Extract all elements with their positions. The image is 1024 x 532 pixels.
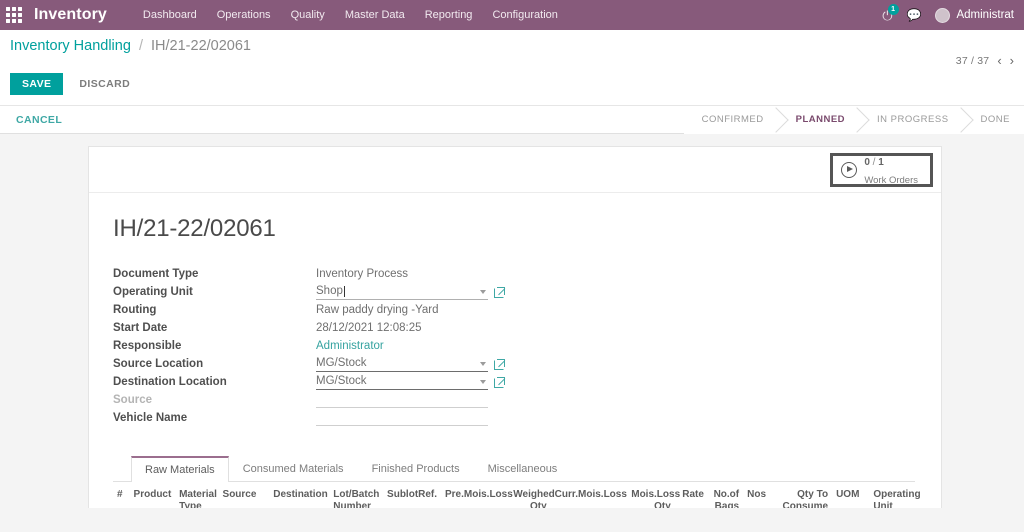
chat-bubble-icon[interactable]: 💬 [907, 8, 922, 22]
operating-unit-value: Shop [316, 285, 343, 297]
notebook-tabs: Raw Materials Consumed Materials Finishe… [113, 455, 915, 482]
breadcrumb-current: IH/21-22/02061 [151, 38, 251, 54]
menu-master-data[interactable]: Master Data [335, 9, 415, 21]
form-sheet: 0 / 1 Work Orders IH/21-22/02061 Documen… [88, 146, 942, 508]
source-location-value: MG/Stock [316, 357, 367, 369]
col-lot-batch-number[interactable]: Lot/Batch Number [329, 482, 384, 508]
col-mois-loss-qty[interactable]: Mois.Loss Qty [627, 482, 680, 508]
control-panel: Inventory Handling / IH/21-22/02061 37 /… [0, 30, 1024, 106]
tab-miscellaneous[interactable]: Miscellaneous [474, 455, 572, 481]
label-source-location: Source Location [113, 358, 204, 370]
menu-dashboard[interactable]: Dashboard [133, 9, 207, 21]
status-action-row: CANCEL CONFIRMED PLANNED IN PROGRESS DON… [0, 105, 1024, 134]
notebook: Raw Materials Consumed Materials Finishe… [113, 455, 921, 508]
apps-grid-icon[interactable] [6, 7, 22, 23]
label-operating-unit: Operating Unit [113, 286, 193, 298]
stage-planned[interactable]: PLANNED [777, 105, 860, 134]
work-orders-label: Work Orders [864, 175, 918, 186]
col-material-type[interactable]: Material Type [175, 482, 219, 508]
activity-count-badge: 1 [887, 3, 899, 15]
save-button[interactable]: SAVE [10, 73, 64, 95]
page-title: IH/21-22/02061 [113, 215, 276, 242]
col-product[interactable]: Product [129, 482, 176, 508]
navbar-right-tools: ⏻ 1 💬 Administrat [882, 3, 1016, 23]
raw-materials-table: # Product Material Type Source Destinati… [113, 482, 921, 508]
user-menu[interactable]: Administrat [935, 7, 1014, 23]
vehicle-name-input[interactable] [316, 411, 488, 426]
stage-confirmed[interactable]: CONFIRMED [683, 105, 778, 134]
breadcrumb-separator: / [138, 38, 143, 54]
destination-location-value: MG/Stock [316, 375, 367, 387]
value-start-date: 28/12/2021 12:08:25 [316, 322, 422, 334]
col-curr-mois-loss[interactable]: Curr.Mois.Loss [550, 482, 628, 508]
tab-finished-products[interactable]: Finished Products [358, 455, 474, 481]
label-routing: Routing [113, 304, 157, 316]
text-cursor [343, 285, 345, 297]
col-qty-to-consume[interactable]: Qty To Consume [770, 482, 833, 508]
pager-count: 37 / 37 [955, 54, 990, 67]
chevron-down-icon[interactable] [480, 362, 486, 366]
col-weighed-qty[interactable]: Weighed Qty [509, 482, 555, 508]
top-navbar: Inventory Dashboard Operations Quality M… [0, 0, 1024, 30]
col-index[interactable]: # [113, 482, 130, 508]
col-pre-mois-loss[interactable]: Pre.Mois.Loss [440, 482, 513, 508]
col-uom[interactable]: UOM [832, 482, 870, 508]
source-location-input[interactable]: MG/Stock [316, 356, 488, 372]
chevron-down-icon[interactable] [480, 380, 486, 384]
label-start-date: Start Date [113, 322, 168, 334]
work-orders-stat-button[interactable]: 0 / 1 Work Orders [830, 153, 933, 187]
menu-reporting[interactable]: Reporting [415, 9, 483, 21]
destination-location-input[interactable]: MG/Stock [316, 374, 488, 390]
external-link-icon-operating-unit[interactable] [494, 286, 506, 298]
status-bar: CONFIRMED PLANNED IN PROGRESS DONE [683, 105, 1024, 134]
label-vehicle-name: Vehicle Name [113, 412, 188, 424]
value-routing: Raw paddy drying -Yard [316, 304, 439, 316]
col-sublot-ref[interactable]: SublotRef. [383, 482, 441, 508]
external-link-icon-destination-location[interactable] [494, 376, 506, 388]
col-source[interactable]: Source [218, 482, 270, 508]
col-destination[interactable]: Destination [269, 482, 330, 508]
menu-configuration[interactable]: Configuration [482, 9, 567, 21]
tab-consumed-materials[interactable]: Consumed Materials [229, 455, 358, 481]
form-sheet-area: 0 / 1 Work Orders IH/21-22/02061 Documen… [0, 134, 1024, 508]
sheet-body: IH/21-22/02061 Document Type Inventory P… [89, 193, 941, 508]
value-responsible[interactable]: Administrator [316, 337, 915, 355]
record-pager: 37 / 37 ‹ › [956, 38, 1014, 67]
play-circle-icon [841, 162, 858, 178]
app-brand-inventory[interactable]: Inventory [34, 6, 107, 24]
operating-unit-input[interactable]: Shop [316, 284, 488, 300]
user-name-label: Administrat [956, 9, 1014, 21]
breadcrumb: Inventory Handling / IH/21-22/02061 [10, 38, 251, 54]
activity-menu[interactable]: ⏻ 1 [882, 3, 899, 22]
discard-button[interactable]: DISCARD [69, 73, 140, 95]
breadcrumb-root[interactable]: Inventory Handling [10, 38, 131, 54]
table-header-row: # Product Material Type Source Destinati… [113, 482, 921, 508]
menu-quality[interactable]: Quality [281, 9, 335, 21]
avatar [935, 7, 951, 23]
tab-raw-materials[interactable]: Raw Materials [131, 456, 229, 482]
menu-operations[interactable]: Operations [207, 9, 281, 21]
col-operating-unit[interactable]: Operating Unit [869, 482, 921, 508]
source-input[interactable] [316, 393, 488, 408]
stat-button-box: 0 / 1 Work Orders [89, 147, 941, 193]
stage-in-progress[interactable]: IN PROGRESS [859, 105, 963, 134]
label-destination-location: Destination Location [113, 376, 227, 388]
col-nos[interactable]: Nos [743, 482, 770, 508]
label-source: Source [113, 394, 152, 406]
main-menu: Dashboard Operations Quality Master Data… [133, 9, 568, 21]
work-orders-count: 0 / 1 [864, 156, 884, 168]
form-fields: Document Type Inventory Process Operatin… [113, 265, 915, 427]
label-document-type: Document Type [113, 268, 199, 280]
value-document-type: Inventory Process [316, 268, 409, 280]
label-responsible: Responsible [113, 340, 182, 352]
cancel-button[interactable]: CANCEL [10, 110, 68, 130]
col-no-of-bags[interactable]: No.of Bags [707, 482, 744, 508]
pager-previous-button[interactable]: ‹ [997, 54, 1001, 67]
pager-next-button[interactable]: › [1010, 54, 1014, 67]
chevron-down-icon[interactable] [480, 290, 486, 294]
external-link-icon-source-location[interactable] [494, 358, 506, 370]
